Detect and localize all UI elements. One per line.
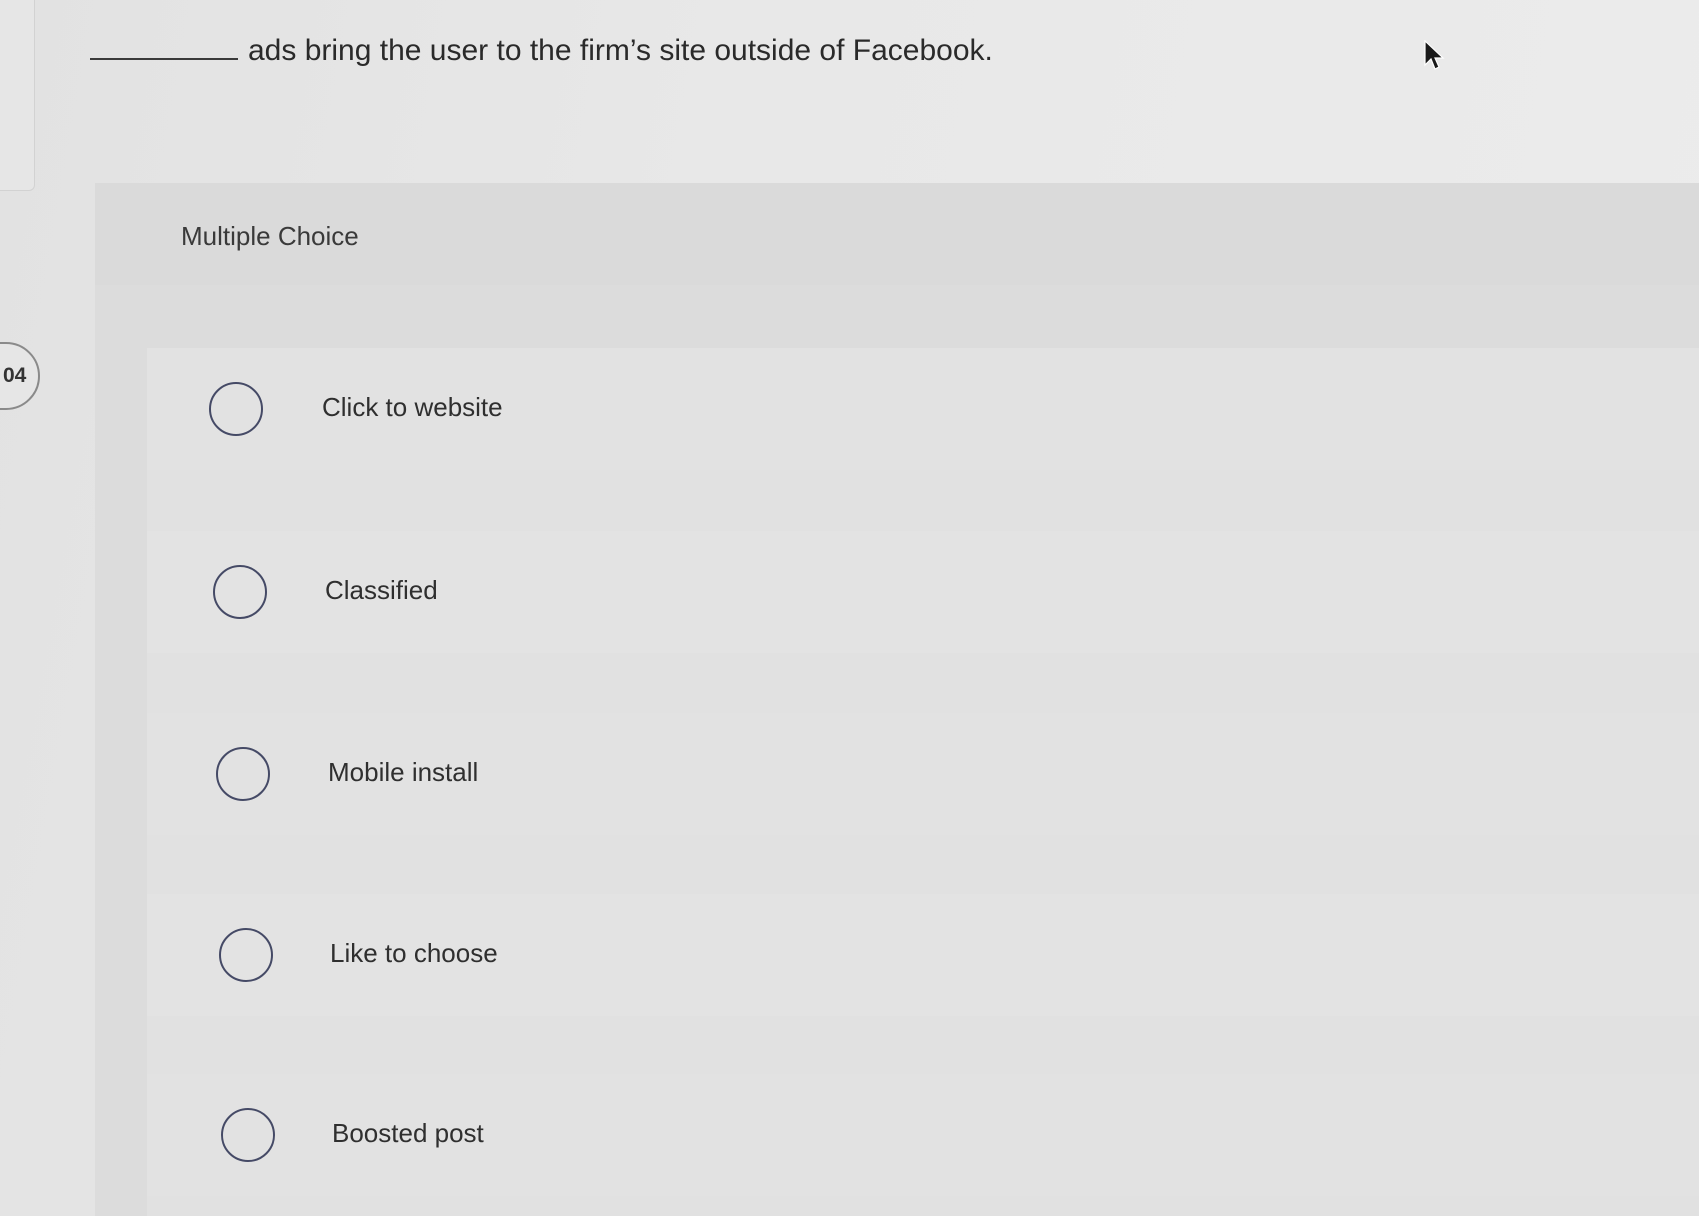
panel-header: Multiple Choice (95, 183, 1699, 285)
question-prompt: ads bring the user to the firm’s site ou… (90, 34, 993, 68)
answer-option-boosted-post[interactable]: Boosted post (147, 1074, 1699, 1196)
radio-circle-icon[interactable] (213, 565, 267, 619)
question-type-label: Multiple Choice (181, 221, 359, 251)
quiz-page: 04 ads bring the user to the firm’s site… (0, 0, 1699, 1216)
radio-circle-icon[interactable] (209, 382, 263, 436)
answer-option-classified[interactable]: Classified (147, 531, 1699, 653)
option-label[interactable]: Mobile install (328, 757, 478, 788)
multiple-choice-panel: Multiple Choice Click to website Classif… (95, 183, 1699, 1216)
radio-circle-icon[interactable] (219, 928, 273, 982)
question-number-badge: 04 (0, 342, 40, 410)
fill-in-blank (90, 58, 238, 60)
radio-circle-icon[interactable] (221, 1108, 275, 1162)
option-label[interactable]: Boosted post (332, 1118, 484, 1149)
question-number: 04 (3, 364, 27, 387)
answer-option-click-to-website[interactable]: Click to website (147, 348, 1699, 470)
radio-circle-icon[interactable] (216, 747, 270, 801)
answer-option-like-to-choose[interactable]: Like to choose (147, 894, 1699, 1016)
mouse-pointer-icon (1424, 40, 1445, 70)
option-label[interactable]: Classified (325, 575, 438, 606)
answer-options: Click to website Classified Mobile insta… (147, 348, 1699, 1216)
sidebar-edge (0, 0, 35, 191)
option-label[interactable]: Click to website (322, 392, 503, 423)
option-label[interactable]: Like to choose (330, 938, 498, 969)
question-text: ads bring the user to the firm’s site ou… (248, 34, 993, 67)
answer-option-mobile-install[interactable]: Mobile install (147, 713, 1699, 835)
